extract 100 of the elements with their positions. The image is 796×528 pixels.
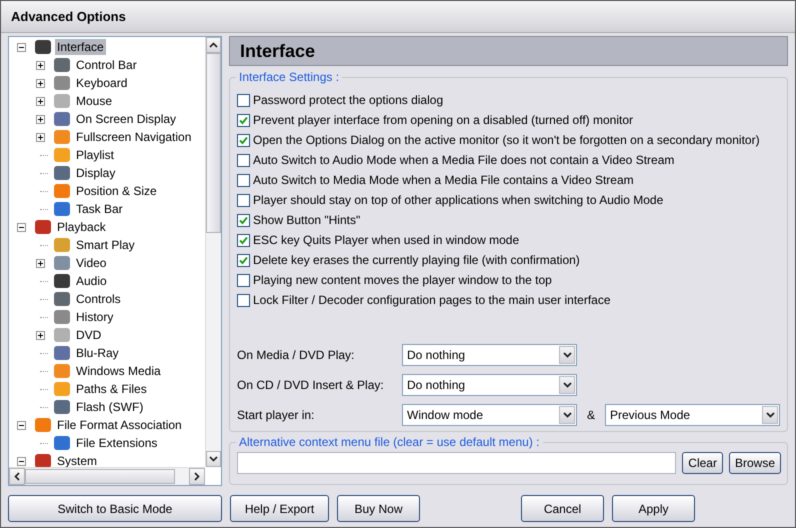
expander-toggle[interactable]	[17, 42, 26, 52]
tree-item[interactable]: Keyboard	[74, 75, 130, 91]
scroll-thumb[interactable]	[206, 53, 221, 233]
expander-toggle[interactable]	[36, 330, 45, 340]
tree-item-icon	[54, 202, 70, 216]
footer-button[interactable]: Switch to Basic Mode	[8, 495, 222, 522]
window-title: Advanced Options	[11, 9, 126, 24]
caret-left-icon	[14, 472, 20, 481]
tree-item[interactable]: Blu-Ray	[74, 345, 121, 361]
tree-item[interactable]: Task Bar	[74, 201, 125, 217]
tree-item-icon	[54, 76, 70, 90]
tree-item[interactable]: Flash (SWF)	[74, 399, 146, 415]
checkbox[interactable]	[237, 254, 250, 266]
expander-toggle[interactable]	[36, 114, 45, 124]
expander-toggle[interactable]	[36, 132, 45, 142]
checkbox[interactable]	[237, 94, 250, 106]
tree-item[interactable]: Paths & Files	[74, 381, 149, 397]
expander-toggle[interactable]	[17, 456, 26, 466]
file-path-field[interactable]	[237, 452, 676, 474]
option-label: Auto Switch to Audio Mode when a Media File does not contain a Video Stream	[253, 153, 674, 167]
tree-item-icon	[54, 112, 70, 126]
footer-button[interactable]: Apply	[612, 495, 695, 522]
page-title: Interface	[240, 40, 316, 62]
tree-item-icon	[54, 274, 70, 288]
tree-item-icon	[54, 292, 70, 306]
scroll-up-button[interactable]	[206, 37, 221, 53]
option-label: ESC key Quits Player when used in window mode	[253, 233, 520, 247]
footer-button[interactable]: Cancel	[521, 495, 604, 522]
checkbox[interactable]	[237, 294, 250, 306]
tree-item[interactable]: Smart Play	[74, 237, 137, 253]
tree-item-icon	[35, 454, 51, 467]
footer-button[interactable]: Help / Export	[230, 495, 329, 522]
tree-item[interactable]: File Format Association	[55, 417, 184, 433]
scroll-thumb[interactable]	[25, 469, 175, 484]
checkbox[interactable]	[237, 114, 250, 126]
dropdown-label: On Media / DVD Play:	[237, 348, 356, 362]
scroll-down-button[interactable]	[206, 451, 221, 467]
expander-toggle[interactable]	[17, 420, 26, 430]
checkbox[interactable]	[237, 134, 250, 146]
tree-item[interactable]: Playback	[55, 219, 108, 235]
option-label: Show Button "Hints"	[253, 213, 360, 227]
tree-item[interactable]: Mouse	[74, 93, 114, 109]
checkbox[interactable]	[237, 274, 250, 286]
tree-item[interactable]: Windows Media	[74, 363, 163, 379]
option-label: Lock Filter / Decoder configuration pages to the main user interface	[253, 293, 611, 307]
expander-toggle[interactable]	[36, 78, 45, 88]
tree-item[interactable]: Position & Size	[74, 183, 159, 199]
checkbox[interactable]	[237, 174, 250, 186]
horizontal-scrollbar[interactable]	[9, 467, 205, 485]
dropdown[interactable]: Do nothing	[402, 344, 577, 366]
tree-item-icon	[54, 184, 70, 198]
checkbox[interactable]	[237, 214, 250, 226]
tree-item[interactable]: Controls	[74, 291, 123, 307]
expander-toggle[interactable]	[36, 258, 45, 268]
tree-item-icon	[54, 346, 70, 360]
tree-item[interactable]: History	[74, 309, 116, 325]
tree-item[interactable]: Playlist	[74, 147, 116, 163]
caret-down-icon	[562, 352, 572, 358]
tree-item-icon	[54, 148, 70, 162]
tree-item-icon	[54, 58, 70, 72]
tree-item-icon	[54, 130, 70, 144]
checkbox[interactable]	[237, 154, 250, 166]
expander-toggle[interactable]	[17, 222, 26, 232]
dropdown[interactable]: Window mode	[402, 404, 577, 426]
joiner-text: &	[586, 408, 596, 422]
tree-item[interactable]: Interface	[55, 39, 106, 55]
scroll-right-button[interactable]	[189, 468, 205, 485]
caret-up-icon	[209, 42, 218, 48]
option-label: Open the Options Dialog on the active monitor (so it won't be forgotten on a secondary monitor)	[253, 133, 760, 147]
tree-item[interactable]: Audio	[74, 273, 109, 289]
tree-item[interactable]: DVD	[74, 327, 104, 343]
caret-down-icon	[766, 412, 774, 418]
tree-item[interactable]: Control Bar	[74, 57, 139, 73]
dropdown-label: Start player in:	[237, 408, 316, 422]
tree-item-icon	[54, 94, 70, 108]
dropdown[interactable]: Previous Mode	[605, 404, 780, 426]
tree-item-icon	[54, 238, 70, 252]
file-button[interactable]: Browse	[728, 452, 781, 474]
tree-item-icon	[54, 328, 70, 342]
expander-toggle[interactable]	[36, 96, 45, 106]
footer-button[interactable]: Buy Now	[337, 495, 420, 522]
option-label: Auto Switch to Media Mode when a Media File contains a Video Stream	[253, 173, 634, 187]
option-label: Password protect the options dialog	[253, 93, 444, 107]
checkbox[interactable]	[237, 234, 250, 246]
file-button[interactable]: Clear	[682, 452, 723, 474]
scroll-left-button[interactable]	[9, 468, 25, 485]
tree-item-icon	[54, 310, 70, 324]
checkbox[interactable]	[237, 194, 250, 206]
dropdown[interactable]: Do nothing	[402, 374, 577, 396]
tree-item[interactable]: File Extensions	[74, 435, 160, 451]
tree-item[interactable]: Video	[74, 255, 108, 271]
expander-toggle[interactable]	[36, 60, 45, 70]
caret-down-icon	[209, 456, 218, 462]
vertical-scrollbar[interactable]	[205, 37, 221, 467]
tree-item[interactable]: Display	[74, 165, 118, 181]
tree-item[interactable]: On Screen Display	[74, 111, 178, 127]
tree-item-icon	[54, 166, 70, 180]
caret-right-icon	[194, 472, 200, 481]
option-label: Delete key erases the currently playing file (with confirmation)	[253, 253, 580, 267]
tree-item[interactable]: Fullscreen Navigation	[74, 129, 194, 145]
